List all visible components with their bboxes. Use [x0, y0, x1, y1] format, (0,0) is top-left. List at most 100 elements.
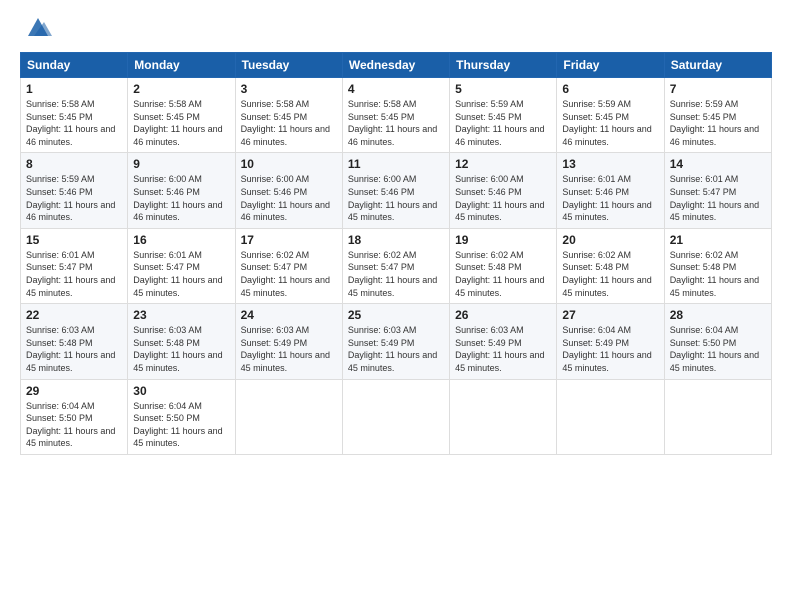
day-cell: 15 Sunrise: 6:01 AMSunset: 5:47 PMDaylig… [21, 228, 128, 303]
day-info: Sunrise: 6:04 AMSunset: 5:50 PMDaylight:… [26, 401, 115, 449]
day-number: 8 [26, 157, 122, 171]
day-info: Sunrise: 5:59 AMSunset: 5:45 PMDaylight:… [562, 99, 651, 147]
logo [20, 18, 52, 42]
week-row-3: 15 Sunrise: 6:01 AMSunset: 5:47 PMDaylig… [21, 228, 772, 303]
day-info: Sunrise: 6:02 AMSunset: 5:48 PMDaylight:… [455, 250, 544, 298]
day-cell: 9 Sunrise: 6:00 AMSunset: 5:46 PMDayligh… [128, 153, 235, 228]
day-info: Sunrise: 6:02 AMSunset: 5:48 PMDaylight:… [670, 250, 759, 298]
day-cell: 2 Sunrise: 5:58 AMSunset: 5:45 PMDayligh… [128, 78, 235, 153]
day-number: 5 [455, 82, 551, 96]
col-header-saturday: Saturday [664, 53, 771, 78]
day-number: 16 [133, 233, 229, 247]
day-number: 25 [348, 308, 444, 322]
day-number: 10 [241, 157, 337, 171]
day-cell: 27 Sunrise: 6:04 AMSunset: 5:49 PMDaylig… [557, 304, 664, 379]
day-info: Sunrise: 6:04 AMSunset: 5:49 PMDaylight:… [562, 325, 651, 373]
week-row-5: 29 Sunrise: 6:04 AMSunset: 5:50 PMDaylig… [21, 379, 772, 454]
day-cell: 13 Sunrise: 6:01 AMSunset: 5:46 PMDaylig… [557, 153, 664, 228]
day-cell [235, 379, 342, 454]
day-cell [557, 379, 664, 454]
col-header-monday: Monday [128, 53, 235, 78]
day-cell: 16 Sunrise: 6:01 AMSunset: 5:47 PMDaylig… [128, 228, 235, 303]
day-cell: 14 Sunrise: 6:01 AMSunset: 5:47 PMDaylig… [664, 153, 771, 228]
day-number: 3 [241, 82, 337, 96]
day-number: 6 [562, 82, 658, 96]
day-number: 15 [26, 233, 122, 247]
col-header-friday: Friday [557, 53, 664, 78]
day-number: 29 [26, 384, 122, 398]
day-info: Sunrise: 5:59 AMSunset: 5:46 PMDaylight:… [26, 174, 115, 222]
day-cell: 5 Sunrise: 5:59 AMSunset: 5:45 PMDayligh… [450, 78, 557, 153]
day-cell: 26 Sunrise: 6:03 AMSunset: 5:49 PMDaylig… [450, 304, 557, 379]
day-number: 27 [562, 308, 658, 322]
day-number: 11 [348, 157, 444, 171]
day-info: Sunrise: 6:03 AMSunset: 5:49 PMDaylight:… [241, 325, 330, 373]
day-info: Sunrise: 5:59 AMSunset: 5:45 PMDaylight:… [455, 99, 544, 147]
day-number: 1 [26, 82, 122, 96]
day-info: Sunrise: 6:01 AMSunset: 5:46 PMDaylight:… [562, 174, 651, 222]
day-cell: 6 Sunrise: 5:59 AMSunset: 5:45 PMDayligh… [557, 78, 664, 153]
day-info: Sunrise: 5:58 AMSunset: 5:45 PMDaylight:… [26, 99, 115, 147]
day-number: 2 [133, 82, 229, 96]
day-number: 20 [562, 233, 658, 247]
day-info: Sunrise: 5:58 AMSunset: 5:45 PMDaylight:… [241, 99, 330, 147]
day-number: 17 [241, 233, 337, 247]
day-number: 23 [133, 308, 229, 322]
day-cell: 23 Sunrise: 6:03 AMSunset: 5:48 PMDaylig… [128, 304, 235, 379]
day-cell [664, 379, 771, 454]
day-info: Sunrise: 6:03 AMSunset: 5:49 PMDaylight:… [455, 325, 544, 373]
day-cell: 3 Sunrise: 5:58 AMSunset: 5:45 PMDayligh… [235, 78, 342, 153]
day-info: Sunrise: 6:03 AMSunset: 5:49 PMDaylight:… [348, 325, 437, 373]
day-cell: 20 Sunrise: 6:02 AMSunset: 5:48 PMDaylig… [557, 228, 664, 303]
day-cell: 22 Sunrise: 6:03 AMSunset: 5:48 PMDaylig… [21, 304, 128, 379]
day-cell: 24 Sunrise: 6:03 AMSunset: 5:49 PMDaylig… [235, 304, 342, 379]
day-info: Sunrise: 6:00 AMSunset: 5:46 PMDaylight:… [133, 174, 222, 222]
day-cell: 21 Sunrise: 6:02 AMSunset: 5:48 PMDaylig… [664, 228, 771, 303]
day-info: Sunrise: 6:02 AMSunset: 5:47 PMDaylight:… [241, 250, 330, 298]
day-cell: 28 Sunrise: 6:04 AMSunset: 5:50 PMDaylig… [664, 304, 771, 379]
day-number: 18 [348, 233, 444, 247]
day-number: 14 [670, 157, 766, 171]
day-number: 13 [562, 157, 658, 171]
day-cell: 25 Sunrise: 6:03 AMSunset: 5:49 PMDaylig… [342, 304, 449, 379]
day-info: Sunrise: 6:01 AMSunset: 5:47 PMDaylight:… [133, 250, 222, 298]
day-cell [450, 379, 557, 454]
day-info: Sunrise: 6:02 AMSunset: 5:47 PMDaylight:… [348, 250, 437, 298]
day-cell: 10 Sunrise: 6:00 AMSunset: 5:46 PMDaylig… [235, 153, 342, 228]
week-row-4: 22 Sunrise: 6:03 AMSunset: 5:48 PMDaylig… [21, 304, 772, 379]
day-info: Sunrise: 6:01 AMSunset: 5:47 PMDaylight:… [670, 174, 759, 222]
day-info: Sunrise: 6:00 AMSunset: 5:46 PMDaylight:… [348, 174, 437, 222]
day-cell: 4 Sunrise: 5:58 AMSunset: 5:45 PMDayligh… [342, 78, 449, 153]
day-cell: 18 Sunrise: 6:02 AMSunset: 5:47 PMDaylig… [342, 228, 449, 303]
day-number: 22 [26, 308, 122, 322]
day-number: 26 [455, 308, 551, 322]
col-header-wednesday: Wednesday [342, 53, 449, 78]
day-cell: 17 Sunrise: 6:02 AMSunset: 5:47 PMDaylig… [235, 228, 342, 303]
day-info: Sunrise: 5:58 AMSunset: 5:45 PMDaylight:… [348, 99, 437, 147]
day-cell: 7 Sunrise: 5:59 AMSunset: 5:45 PMDayligh… [664, 78, 771, 153]
day-cell: 1 Sunrise: 5:58 AMSunset: 5:45 PMDayligh… [21, 78, 128, 153]
day-cell: 30 Sunrise: 6:04 AMSunset: 5:50 PMDaylig… [128, 379, 235, 454]
day-cell: 19 Sunrise: 6:02 AMSunset: 5:48 PMDaylig… [450, 228, 557, 303]
calendar-table: SundayMondayTuesdayWednesdayThursdayFrid… [20, 52, 772, 455]
day-cell: 29 Sunrise: 6:04 AMSunset: 5:50 PMDaylig… [21, 379, 128, 454]
day-info: Sunrise: 6:00 AMSunset: 5:46 PMDaylight:… [241, 174, 330, 222]
day-info: Sunrise: 6:04 AMSunset: 5:50 PMDaylight:… [670, 325, 759, 373]
week-row-2: 8 Sunrise: 5:59 AMSunset: 5:46 PMDayligh… [21, 153, 772, 228]
header [20, 18, 772, 42]
day-number: 30 [133, 384, 229, 398]
day-cell: 8 Sunrise: 5:59 AMSunset: 5:46 PMDayligh… [21, 153, 128, 228]
day-cell [342, 379, 449, 454]
col-header-thursday: Thursday [450, 53, 557, 78]
day-info: Sunrise: 6:02 AMSunset: 5:48 PMDaylight:… [562, 250, 651, 298]
day-info: Sunrise: 5:59 AMSunset: 5:45 PMDaylight:… [670, 99, 759, 147]
day-cell: 11 Sunrise: 6:00 AMSunset: 5:46 PMDaylig… [342, 153, 449, 228]
logo-icon [24, 14, 52, 42]
day-number: 21 [670, 233, 766, 247]
col-header-tuesday: Tuesday [235, 53, 342, 78]
day-info: Sunrise: 6:03 AMSunset: 5:48 PMDaylight:… [26, 325, 115, 373]
day-number: 9 [133, 157, 229, 171]
page: SundayMondayTuesdayWednesdayThursdayFrid… [0, 0, 792, 612]
day-cell: 12 Sunrise: 6:00 AMSunset: 5:46 PMDaylig… [450, 153, 557, 228]
day-number: 24 [241, 308, 337, 322]
